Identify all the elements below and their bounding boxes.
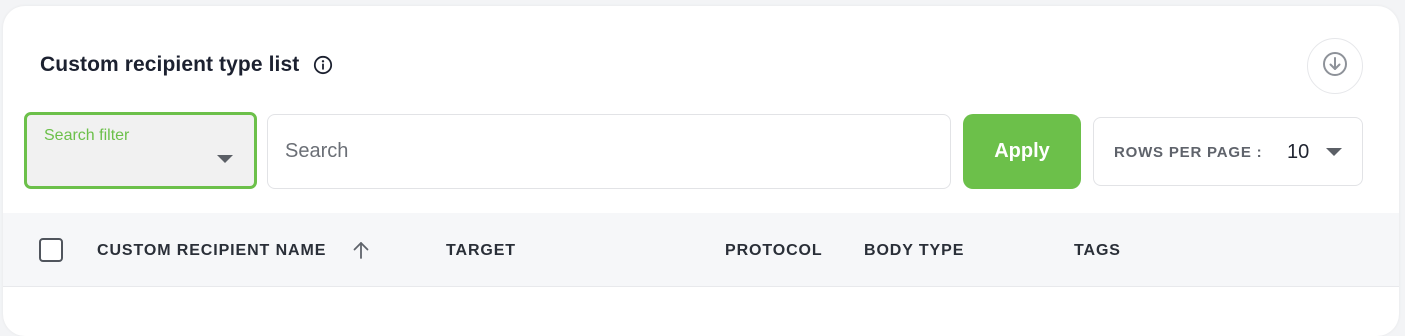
select-all-checkbox[interactable] <box>39 238 63 262</box>
search-filter-select[interactable]: Search filter <box>24 112 257 189</box>
column-header-custom-recipient-name[interactable]: CUSTOM RECIPIENT NAME <box>97 242 326 260</box>
rows-per-page-value: 10 <box>1287 141 1310 163</box>
search-input[interactable] <box>267 114 951 189</box>
info-icon[interactable] <box>313 55 333 75</box>
download-icon <box>1322 51 1348 82</box>
column-header-protocol[interactable]: PROTOCOL <box>725 242 823 260</box>
download-button[interactable] <box>1307 38 1363 94</box>
column-header-body-type[interactable]: BODY TYPE <box>864 242 964 260</box>
rows-per-page-label: ROWS PER PAGE : <box>1114 144 1263 161</box>
table-header: CUSTOM RECIPIENT NAME TARGET PROTOCOL BO… <box>3 213 1399 287</box>
recipient-list-card: Custom recipient type list Search filter… <box>3 6 1399 336</box>
search-filter-label: Search filter <box>44 127 130 144</box>
page-title: Custom recipient type list <box>40 53 300 76</box>
title-row: Custom recipient type list <box>40 53 333 77</box>
chevron-down-icon <box>1326 148 1342 156</box>
column-header-tags[interactable]: TAGS <box>1074 242 1121 260</box>
apply-button[interactable]: Apply <box>963 114 1081 189</box>
chevron-down-icon <box>217 155 233 163</box>
sort-ascending-icon[interactable] <box>351 240 371 260</box>
column-header-target[interactable]: TARGET <box>446 242 516 260</box>
rows-per-page-select[interactable]: ROWS PER PAGE : 10 <box>1093 117 1363 186</box>
